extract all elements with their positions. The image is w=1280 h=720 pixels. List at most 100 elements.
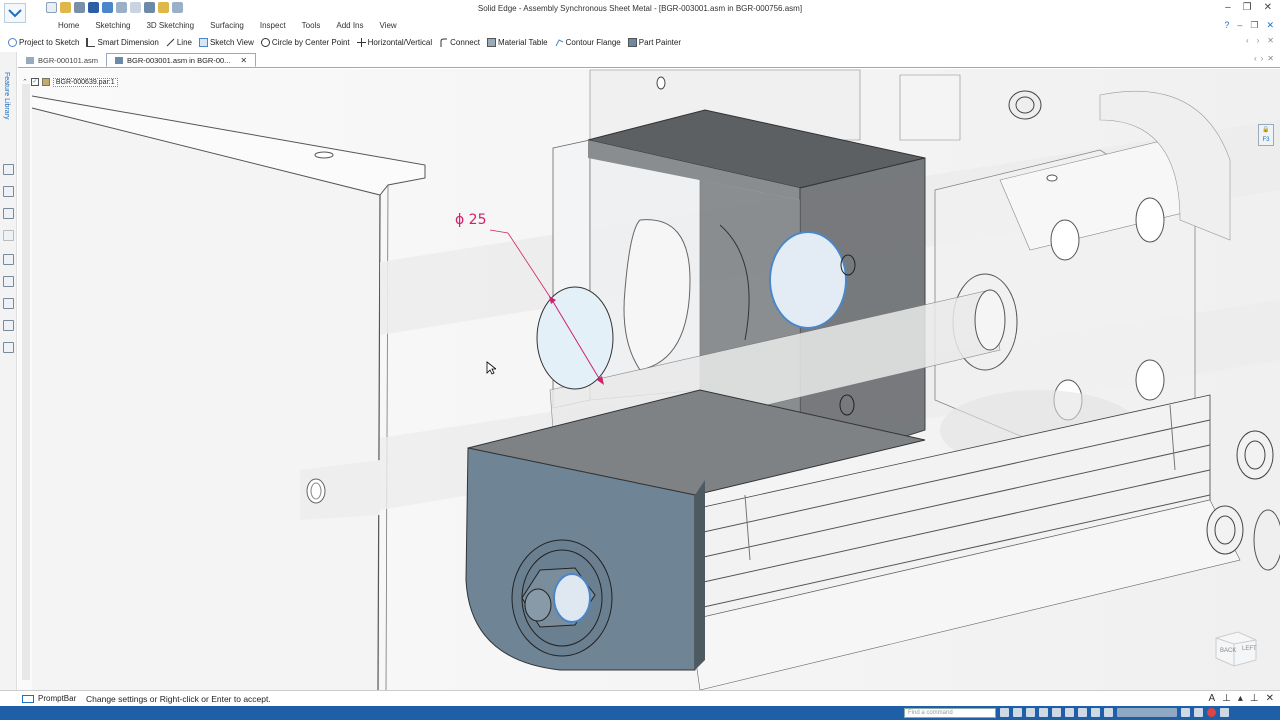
dimension-icon	[86, 37, 96, 47]
part-icon	[41, 78, 50, 86]
contour-flange-icon	[555, 38, 563, 46]
help-icon[interactable]: ?	[1224, 20, 1229, 31]
project-to-sketch-label: Project to Sketch	[19, 37, 80, 47]
lock-icon: 🔒	[1262, 127, 1270, 133]
document-tabs: BGR-000101.asm BGR-003001.asm in BGR-00.…	[18, 52, 1280, 68]
circle-by-center-point-button[interactable]: Circle by Center Point	[260, 37, 353, 47]
fit-icon[interactable]	[1026, 708, 1035, 717]
horizontal-vertical-button[interactable]: Horizontal/Vertical	[356, 37, 435, 47]
arrow-icon[interactable]	[1000, 708, 1009, 717]
pin-icon[interactable]: ⊥	[1222, 693, 1231, 704]
tab-sketching[interactable]: Sketching	[87, 20, 138, 34]
circle-by-center-point-label: Circle by Center Point	[271, 37, 350, 47]
sketch-view-label: Sketch View	[209, 37, 254, 47]
command-finder-input[interactable]: Find a command	[904, 708, 996, 718]
graphics-viewport[interactable]: ϕ 25 BACK LEFT 🔒 F3	[18, 69, 1280, 690]
prompt-text: Change settings or Right-click or Enter …	[86, 693, 271, 704]
ribbon-right-controls: ? – ❐ ✕	[1224, 20, 1274, 31]
zoom-area-icon[interactable]	[1013, 708, 1022, 717]
zoom-slider-icon[interactable]	[1117, 708, 1177, 717]
project-icon	[8, 37, 17, 47]
tabs-close-icon[interactable]: ✕	[1267, 54, 1274, 63]
pathfinder-icon[interactable]	[3, 164, 14, 175]
connect-icon	[440, 38, 448, 47]
connect-button[interactable]: Connect	[439, 38, 483, 47]
ribbon-restore-icon[interactable]: ❐	[1250, 20, 1258, 31]
lock-indicator[interactable]: 🔒 F3	[1258, 124, 1274, 146]
select-tools-icon[interactable]	[3, 208, 14, 219]
contour-flange-button[interactable]: Contour Flange	[555, 38, 624, 47]
line-button[interactable]: Line	[166, 38, 195, 47]
relationship-icon[interactable]	[3, 320, 14, 331]
feature-library-tab[interactable]: Feature Library	[3, 72, 10, 119]
pathfinder-tree-item[interactable]: ⌃ ✓ BGR-000639.par:1	[22, 76, 152, 88]
plus-icon	[356, 37, 366, 47]
close-tab-icon[interactable]: ✕	[240, 56, 247, 65]
configurations-icon[interactable]	[3, 342, 14, 353]
tab-home[interactable]: Home	[50, 20, 87, 34]
doctab-label: BGR-003001.asm in BGR-00...	[127, 55, 231, 65]
sensors-icon[interactable]	[3, 298, 14, 309]
minimize-icon[interactable]: –	[1225, 2, 1231, 13]
doctab-bgr-003001[interactable]: BGR-003001.asm in BGR-00... ✕	[106, 53, 257, 67]
part-painter-icon	[627, 37, 637, 47]
query-icon[interactable]	[3, 276, 14, 287]
tab-tools[interactable]: Tools	[294, 20, 329, 34]
tab-surfacing[interactable]: Surfacing	[202, 20, 252, 34]
view-cube[interactable]: BACK LEFT	[1206, 628, 1260, 668]
cad-model-view[interactable]	[18, 69, 1280, 690]
close-icon[interactable]: ✕	[1264, 2, 1272, 13]
layers-icon[interactable]	[3, 186, 14, 197]
material-table-button[interactable]: Material Table	[486, 37, 551, 47]
restore-icon[interactable]: ❐	[1243, 2, 1252, 13]
tab-inspect[interactable]: Inspect	[252, 20, 294, 34]
ribbon-close-icon[interactable]: ✕	[1266, 20, 1274, 31]
restore-icon[interactable]: ▴	[1238, 693, 1243, 704]
layout-icon[interactable]	[1194, 708, 1203, 717]
spin-icon[interactable]	[1065, 708, 1074, 717]
commandbar-close-icon[interactable]: ✕	[1267, 36, 1274, 45]
styles-icon[interactable]	[1104, 708, 1113, 717]
link-icon[interactable]	[3, 230, 14, 241]
viewcube-left-label: LEFT	[1242, 646, 1257, 652]
sketch-view-button[interactable]: Sketch View	[198, 37, 257, 47]
tab-3d-sketching[interactable]: 3D Sketching	[138, 20, 202, 34]
status-right-controls: A ⊥ ▴ ⊥ ✕	[1208, 693, 1274, 704]
rotate-icon[interactable]	[1052, 708, 1061, 717]
assembly-icon	[26, 56, 34, 64]
visibility-checkbox[interactable]: ✓	[30, 78, 39, 86]
dock-icon[interactable]: ⊥	[1250, 693, 1259, 704]
horizontal-vertical-label: Horizontal/Vertical	[367, 37, 433, 47]
shaded-icon[interactable]	[1091, 708, 1100, 717]
scroll-left-icon[interactable]: ‹	[1246, 36, 1249, 45]
title-bar: Solid Edge - Assembly Synchronous Sheet …	[0, 0, 1280, 23]
assembly-icon	[115, 56, 124, 64]
text-size-icon[interactable]: A	[1208, 693, 1215, 704]
tree-scrollbar[interactable]	[22, 84, 30, 680]
promptbar-toggle[interactable]: PromptBar	[0, 694, 82, 703]
tab-view[interactable]: View	[372, 20, 405, 34]
view-orient-icon[interactable]	[1181, 708, 1190, 717]
record-icon[interactable]	[1207, 708, 1216, 717]
project-to-sketch-button[interactable]: Project to Sketch	[8, 37, 82, 47]
close-icon[interactable]: ✕	[1266, 693, 1274, 704]
doctab-bgr-000101[interactable]: BGR-000101.asm	[18, 53, 106, 67]
tabs-left-icon[interactable]: ‹	[1254, 54, 1257, 63]
doctab-label: BGR-000101.asm	[38, 55, 99, 65]
promptbar-icon	[22, 694, 34, 703]
smart-dimension-button[interactable]: Smart Dimension	[86, 37, 161, 47]
tab-add-ins[interactable]: Add Ins	[328, 20, 371, 34]
f3-label: F3	[1262, 137, 1270, 143]
window-title: Solid Edge - Assembly Synchronous Sheet …	[477, 4, 803, 13]
sketch-view-icon[interactable]	[1078, 708, 1087, 717]
scroll-right-icon[interactable]: ›	[1257, 36, 1260, 45]
ribbon-minimize-icon[interactable]: –	[1237, 20, 1242, 31]
expand-icon[interactable]	[1220, 708, 1229, 717]
pan-icon[interactable]	[1039, 708, 1048, 717]
diameter-dimension-label[interactable]: ϕ 25	[455, 212, 487, 228]
part-painter-button[interactable]: Part Painter	[627, 37, 684, 47]
parts-library-icon[interactable]	[3, 254, 14, 265]
tabs-right-icon[interactable]: ›	[1261, 54, 1264, 63]
doctabs-right: ‹ › ✕	[1254, 54, 1274, 63]
mouse-cursor-icon	[486, 361, 496, 375]
